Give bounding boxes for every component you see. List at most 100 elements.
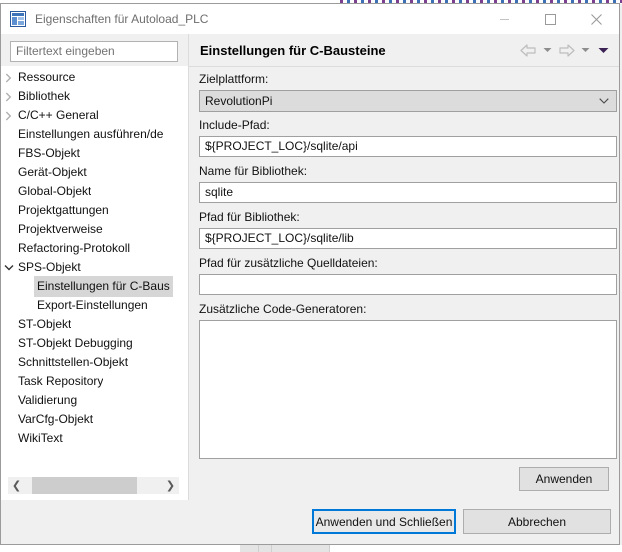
page-header: Einstellungen für C-Bausteine — [189, 34, 619, 66]
sidebar-item-label: ST-Objekt Debugging — [18, 336, 133, 350]
sidebar-item-label: Projektgattungen — [18, 203, 109, 217]
settings-form: Zielplattform: RevolutionPi Include-Pfad… — [189, 70, 619, 501]
sidebar-item-label: ST-Objekt — [18, 317, 72, 331]
sidebar-item-label: WikiText — [18, 431, 63, 445]
settings-tree[interactable]: Ressource Bibliothek C/C++ General Einstell… — [1, 66, 188, 472]
chevron-down-icon — [599, 91, 609, 111]
forward-arrow-icon — [558, 43, 575, 57]
sidebar-item-label: VarCfg-Objekt — [18, 412, 94, 426]
filter-input[interactable]: Filtertext eingeben — [10, 41, 178, 62]
taskbar-item[interactable] — [259, 545, 272, 552]
desktop-background-bottom — [0, 545, 622, 552]
library-name-input[interactable]: sqlite — [199, 182, 617, 203]
sidebar-item-label: FBS-Objekt — [18, 146, 81, 160]
dialog-footer: Anwenden und Schließen Abbrechen — [1, 500, 619, 544]
sidebar-item-projektgattungen[interactable]: Projektgattungen — [1, 201, 188, 220]
sidebar-item-c-c-general[interactable]: C/C++ General — [1, 106, 188, 125]
minimize-button[interactable] — [481, 4, 527, 34]
library-path-label: Pfad für Bibliothek: — [199, 210, 300, 224]
library-name-label: Name für Bibliothek: — [199, 164, 308, 178]
scrollbar-track[interactable]: ❮ ❯ — [8, 477, 179, 494]
sidebar-item-gerät-objekt[interactable]: Gerät-Objekt — [1, 163, 188, 182]
sidebar-item-projektverweise[interactable]: Projektverweise — [1, 220, 188, 239]
dialog-content: Filtertext eingeben Ressource Bibliothek C… — [1, 34, 619, 501]
sidebar-item-refactoring-protokoll[interactable]: Refactoring-Protokoll — [1, 239, 188, 258]
sidebar-item-ressource[interactable]: Ressource — [1, 68, 188, 87]
window-title: Eigenschaften für Autoload_PLC — [35, 12, 209, 26]
taskbar-item[interactable] — [240, 545, 259, 552]
properties-window-icon — [10, 11, 26, 27]
close-icon — [590, 13, 602, 25]
scrollbar-thumb[interactable] — [32, 477, 137, 494]
apply-button[interactable]: Anwenden — [519, 467, 609, 491]
sidebar-item-st-objekt[interactable]: ST-Objekt — [1, 315, 188, 334]
tree-rows: Ressource Bibliothek C/C++ General Einstell… — [1, 68, 188, 448]
chevron-right-icon[interactable] — [1, 92, 16, 102]
additional-code-generators-label: Zusätzliche Code-Generatoren: — [199, 302, 367, 316]
forward-button[interactable] — [555, 37, 577, 63]
sidebar-item-label: Validierung — [18, 393, 78, 407]
sidebar-item-label: Global-Objekt — [18, 184, 92, 198]
sidebar-item-einstellungen-für-c-baus[interactable]: Einstellungen für C-Baus — [1, 276, 188, 297]
forward-dropdown-button[interactable] — [577, 37, 593, 63]
library-path-input[interactable]: ${PROJECT_LOC}/sqlite/lib — [199, 228, 617, 249]
maximize-button[interactable] — [527, 4, 573, 34]
navigation-pane: Filtertext eingeben Ressource Bibliothek C… — [1, 34, 188, 500]
additional-sources-path-label: Pfad für zusätzliche Quelldateien: — [199, 256, 378, 270]
page-title: Einstellungen für C-Bausteine — [200, 42, 386, 58]
sidebar-item-fbs-objekt[interactable]: FBS-Objekt — [1, 144, 188, 163]
sidebar-item-label: Gerät-Objekt — [18, 165, 87, 179]
scroll-right-icon[interactable]: ❯ — [162, 477, 179, 494]
sidebar-item-validierung[interactable]: Validierung — [1, 391, 188, 410]
chevron-right-icon[interactable] — [1, 73, 16, 83]
sidebar-item-sps-objekt[interactable]: SPS-Objekt — [1, 258, 188, 277]
taskbar-item[interactable] — [272, 545, 330, 552]
sidebar-item-label: C/C++ General — [18, 108, 99, 122]
additional-code-generators-textarea[interactable] — [199, 320, 617, 459]
forward-dropdown-icon — [581, 48, 589, 52]
close-button[interactable] — [573, 4, 619, 34]
back-arrow-icon — [519, 43, 536, 57]
target-platform-combo[interactable]: RevolutionPi — [199, 90, 617, 112]
scroll-left-icon[interactable]: ❮ — [8, 477, 25, 494]
back-dropdown-icon — [543, 48, 551, 52]
sidebar-item-label: Einstellungen ausführen/de — [18, 127, 164, 141]
include-path-input[interactable]: ${PROJECT_LOC}/sqlite/api — [199, 136, 617, 157]
back-dropdown-button[interactable] — [539, 37, 555, 63]
sidebar-item-label: Bibliothek — [18, 89, 71, 103]
title-bar: Eigenschaften für Autoload_PLC — [1, 4, 619, 34]
screenshot-root: Eigenschaften für Autoload_PLC Filtertex… — [0, 0, 622, 552]
include-path-label: Include-Pfad: — [199, 118, 270, 132]
chevron-right-icon[interactable] — [1, 111, 16, 121]
sidebar-item-global-objekt[interactable]: Global-Objekt — [1, 182, 188, 201]
sidebar-item-label: SPS-Objekt — [18, 260, 81, 274]
sidebar-item-label: Task Repository — [18, 374, 104, 388]
header-separator — [189, 66, 619, 67]
sidebar-item-label: Refactoring-Protokoll — [18, 241, 131, 255]
view-menu-icon — [598, 47, 608, 53]
sidebar-item-task-repository[interactable]: Task Repository — [1, 372, 188, 391]
sidebar-item-varcfg-objekt[interactable]: VarCfg-Objekt — [1, 410, 188, 429]
additional-sources-path-input[interactable] — [199, 274, 617, 295]
sidebar-item-wikitext[interactable]: WikiText — [1, 429, 188, 448]
sidebar-item-label: Export-Einstellungen — [37, 298, 148, 312]
sidebar-item-label: Einstellungen für C-Baus — [34, 276, 173, 297]
target-platform-label: Zielplattform: — [199, 72, 269, 86]
sidebar-item-export-einstellungen[interactable]: Export-Einstellungen — [1, 296, 188, 315]
tree-horizontal-scrollbar[interactable]: ❮ ❯ — [1, 472, 188, 500]
minimize-icon — [499, 18, 509, 20]
sidebar-item-bibliothek[interactable]: Bibliothek — [1, 87, 188, 106]
sidebar-item-schnittstellen-objekt[interactable]: Schnittstellen-Objekt — [1, 353, 188, 372]
view-menu-button[interactable] — [593, 37, 613, 63]
apply-and-close-button[interactable]: Anwenden und Schließen — [312, 509, 456, 534]
cancel-button[interactable]: Abbrechen — [463, 509, 611, 534]
target-platform-value: RevolutionPi — [205, 94, 273, 108]
sidebar-item-label: Schnittstellen-Objekt — [18, 355, 129, 369]
sidebar-item-label: Ressource — [18, 70, 76, 84]
settings-pane: Einstellungen für C-Bausteine Zielplattf… — [189, 34, 619, 501]
sidebar-item-st-objekt-debugging[interactable]: ST-Objekt Debugging — [1, 334, 188, 353]
sidebar-item-einstellungen-ausführen-de[interactable]: Einstellungen ausführen/de — [1, 125, 188, 144]
sidebar-item-label: Projektverweise — [18, 222, 103, 236]
chevron-down-icon[interactable] — [1, 264, 16, 271]
back-button[interactable] — [517, 37, 539, 63]
